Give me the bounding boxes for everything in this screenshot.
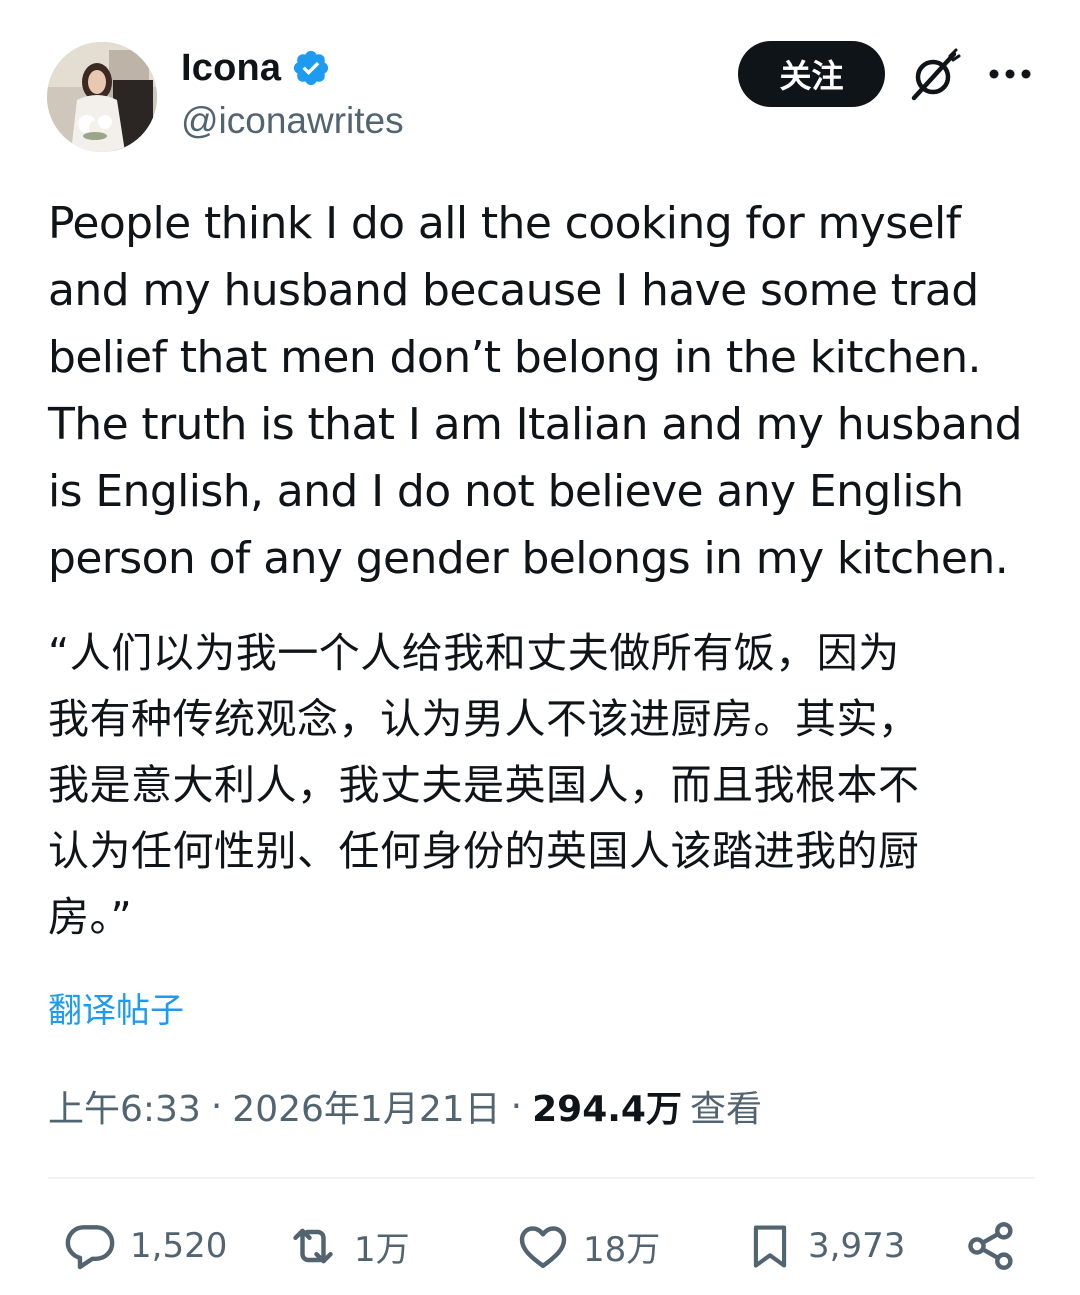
views-label: 查看 [689, 1089, 762, 1130]
like-icon [519, 1226, 567, 1269]
meta-separator: · [210, 1085, 223, 1127]
avatar[interactable] [47, 42, 157, 152]
repost-count: 1万 [354, 1229, 410, 1270]
verified-badge-icon[interactable] [291, 48, 331, 88]
author-name-row[interactable]: Icona [181, 44, 331, 92]
like-button[interactable]: 18万 [515, 1215, 660, 1277]
repost-button[interactable]: 1万 [284, 1215, 410, 1277]
author-display-name[interactable]: Icona [181, 47, 281, 90]
tweet-text: People think I do all the cooking for my… [48, 198, 1023, 584]
grok-icon[interactable] [906, 48, 962, 104]
tweet-date[interactable]: 2026年1月21日 [232, 1080, 500, 1132]
repost-icon [293, 1228, 333, 1264]
meta-separator: · [510, 1085, 523, 1127]
follow-button[interactable]: 关注 [738, 41, 885, 107]
tweet-meta: 上午6:33 · 2026年1月21日 · 294.4万 查看 [48, 1080, 762, 1132]
tweet-detail-page: Icona @iconawrites 关注 People think I do … [0, 0, 1080, 1295]
translate-post-link[interactable]: 翻译帖子 [48, 983, 184, 1032]
divider [48, 1177, 1035, 1179]
reply-count: 1,520 [130, 1226, 228, 1266]
share-button[interactable] [963, 1215, 1019, 1277]
bookmark-count: 3,973 [808, 1226, 906, 1266]
more-icon[interactable] [987, 62, 1033, 86]
share-icon [968, 1222, 1013, 1270]
tweet-time[interactable]: 上午6:33 [48, 1080, 201, 1132]
avatar-image [47, 42, 157, 152]
reply-icon [65, 1225, 115, 1270]
reply-button[interactable]: 1,520 [62, 1215, 227, 1277]
bookmark-button[interactable]: 3,973 [744, 1215, 905, 1277]
like-count: 18万 [583, 1229, 661, 1270]
author-handle[interactable]: @iconawrites [181, 100, 404, 142]
tweet-translation: “人们以为我一个人给我和丈夫做所有饭，因为 我有种传统观念，认为男人不该进厨房。… [48, 629, 920, 941]
views-count: 294.4万 [532, 1089, 682, 1130]
bookmark-icon [753, 1225, 787, 1268]
